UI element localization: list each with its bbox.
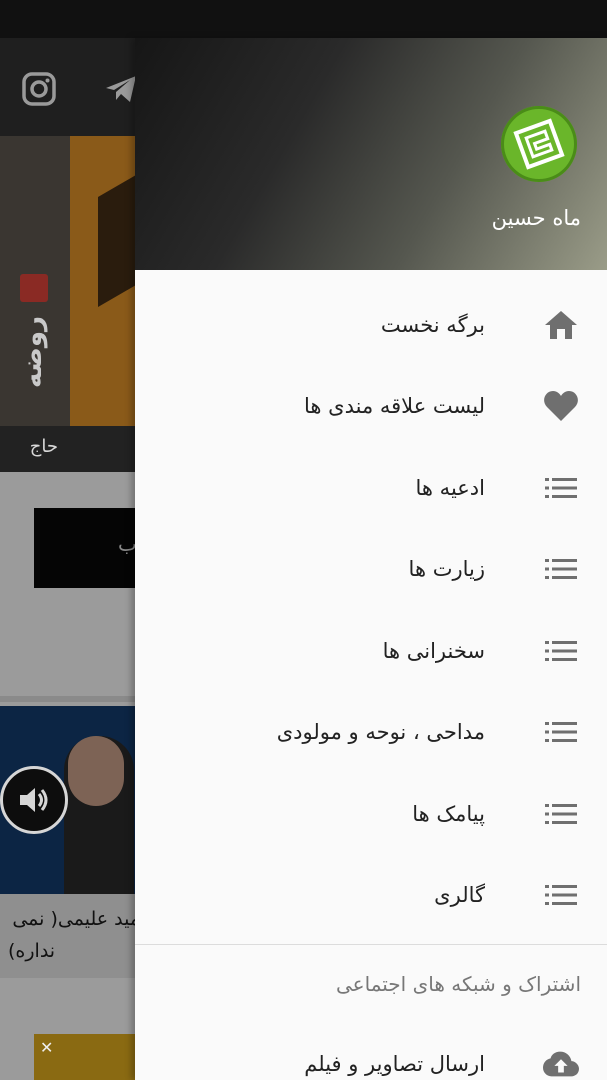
banner-artwork <box>98 175 136 307</box>
menu-item-home[interactable]: برگه نخست <box>135 284 607 366</box>
list-icon <box>543 714 579 750</box>
speaker-icon <box>0 766 68 834</box>
banner-caption: حاج <box>29 436 58 457</box>
telegram-icon <box>106 76 136 102</box>
background-video-caption: مید علیمی( نمی نداره) <box>0 894 140 978</box>
menu-label: لیست علاقه مندی ها <box>304 394 485 419</box>
list-icon <box>543 633 579 669</box>
navigation-drawer: ماه حسین برگه نخست لیست علاقه مندی ها اد… <box>135 38 607 1080</box>
menu-item-upload[interactable]: ارسال تصاویر و فیلم <box>135 1028 607 1080</box>
drawer-header: ماه حسین <box>135 38 607 270</box>
menu-item-gallery[interactable]: گالری <box>135 855 607 937</box>
list-icon <box>543 551 579 587</box>
list-icon <box>543 796 579 832</box>
list-icon <box>543 877 579 913</box>
menu-item-prayers[interactable]: ادعیه ها <box>135 447 607 529</box>
menu-item-favorites[interactable]: لیست علاقه مندی ها <box>135 366 607 448</box>
close-icon: ✕ <box>40 1038 54 1057</box>
menu-item-messages[interactable]: پیامک ها <box>135 773 607 855</box>
banner-vertical-text: روضه <box>18 316 48 389</box>
menu-label: سخنرانی ها <box>382 638 485 663</box>
menu-label: مداحی ، نوحه و مولودی <box>276 720 485 745</box>
section-title-social: اشتراک و شبکه های اجتماعی <box>336 972 581 996</box>
instagram-icon <box>22 72 56 106</box>
menu-label: پیامک ها <box>412 801 485 826</box>
background-video-thumbnail <box>0 706 140 894</box>
menu-label: ارسال تصاویر و فیلم <box>304 1052 485 1076</box>
menu-item-lectures[interactable]: سخنرانی ها <box>135 610 607 692</box>
background-banner: روضه حاج <box>0 136 140 472</box>
banner-logo-icon <box>20 274 48 302</box>
heart-icon <box>543 388 579 424</box>
menu-label: گالری <box>434 883 485 908</box>
cloud-upload-icon <box>543 1046 579 1080</box>
menu-item-ziyarat[interactable]: زیارت ها <box>135 529 607 611</box>
status-bar <box>0 0 607 38</box>
drawer-menu: برگه نخست لیست علاقه مندی ها ادعیه ها زی… <box>135 284 607 936</box>
menu-item-eulogies[interactable]: مداحی ، نوحه و مولودی <box>135 692 607 774</box>
kufic-logo-icon <box>501 106 577 182</box>
menu-label: برگه نخست <box>380 312 485 337</box>
background-black-box-text: ب <box>118 532 137 556</box>
app-title: ماه حسین <box>491 206 581 230</box>
menu-divider <box>135 944 607 945</box>
menu-label: زیارت ها <box>408 557 485 582</box>
list-icon <box>543 470 579 506</box>
menu-label: ادعیه ها <box>415 475 485 500</box>
home-icon <box>543 307 579 343</box>
